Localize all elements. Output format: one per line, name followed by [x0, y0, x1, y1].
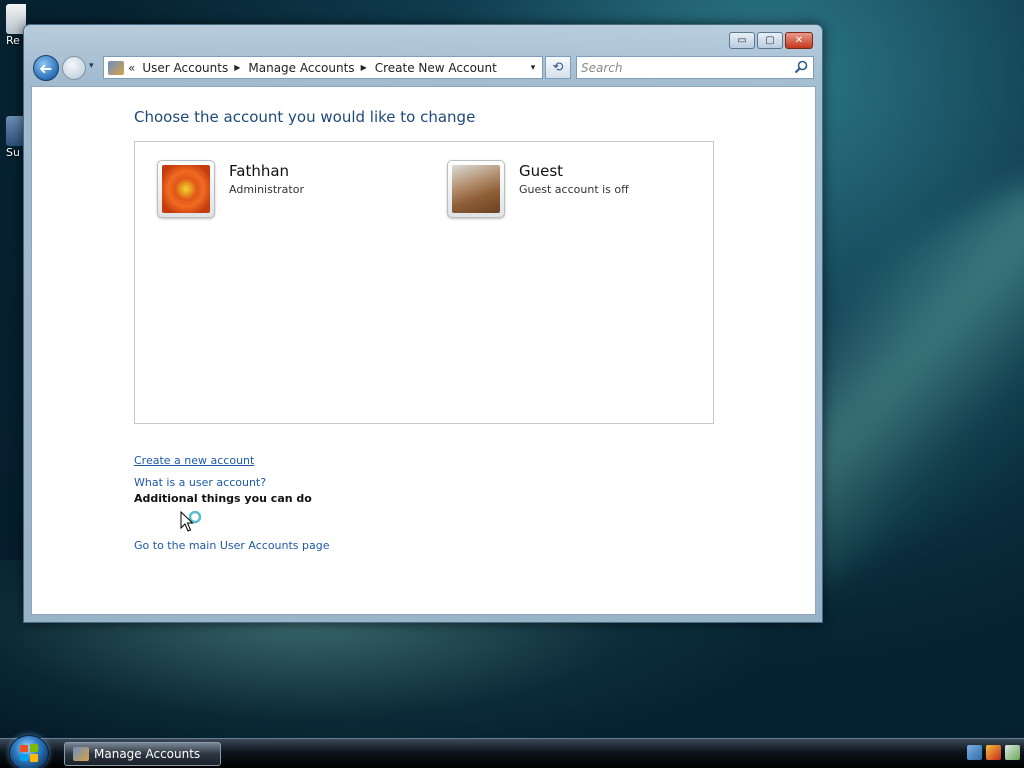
search-box[interactable]	[576, 56, 814, 79]
volume-icon[interactable]	[1005, 745, 1020, 760]
breadcrumb-overflow-chevron[interactable]: «	[128, 61, 135, 75]
maximize-icon: ▢	[765, 35, 775, 46]
refresh-button[interactable]: ⟲	[545, 56, 571, 79]
forward-button[interactable]	[62, 56, 86, 80]
maximize-button[interactable]: ▢	[757, 32, 783, 49]
back-arrow-icon: ➜	[39, 58, 53, 78]
manage-accounts-window: ▭ ▢ ✕ ➜ ▾ « User Accounts ▶ Manage Accou…	[23, 24, 823, 623]
page-title: Choose the account you would like to cha…	[134, 108, 476, 126]
search-icon[interactable]	[794, 60, 808, 74]
back-button[interactable]: ➜	[33, 55, 59, 81]
search-input[interactable]	[581, 58, 789, 77]
account-type: Administrator	[229, 183, 304, 196]
account-name: Guest	[519, 162, 564, 180]
account-status: Guest account is off	[519, 183, 629, 196]
breadcrumb-manage-accounts[interactable]: Manage Accounts	[248, 61, 354, 75]
additional-things-heading: Additional things you can do	[134, 492, 312, 505]
user-accounts-icon	[73, 747, 89, 761]
account-tile-guest[interactable]: Guest Guest account is off	[447, 160, 629, 218]
orange-flower-picture-icon	[162, 165, 210, 213]
breadcrumb-separator-icon[interactable]: ▶	[234, 63, 240, 72]
taskbar-item-manage-accounts[interactable]: Manage Accounts	[64, 742, 221, 766]
briefcase-picture-icon	[452, 165, 500, 213]
minimize-icon: ▭	[737, 35, 747, 46]
account-picture	[157, 160, 215, 218]
main-user-accounts-page-link[interactable]: Go to the main User Accounts page	[134, 539, 330, 552]
create-new-account-link[interactable]: Create a new account	[134, 454, 254, 467]
accounts-list: Fathhan Administrator Guest Guest accoun…	[134, 141, 714, 424]
taskbar: Manage Accounts	[0, 735, 1024, 768]
mouse-cursor-icon	[180, 511, 202, 532]
content-pane: Choose the account you would like to cha…	[31, 86, 816, 615]
account-tile-fathhan[interactable]: Fathhan Administrator	[157, 160, 304, 218]
close-icon: ✕	[794, 35, 804, 46]
breadcrumb-user-accounts[interactable]: User Accounts	[142, 61, 228, 75]
taskbar-item-label: Manage Accounts	[94, 747, 201, 761]
recent-pages-dropdown[interactable]: ▾	[89, 61, 94, 71]
start-button[interactable]	[9, 735, 49, 768]
minimize-button[interactable]: ▭	[729, 32, 755, 49]
address-dropdown-icon[interactable]: ▾	[524, 57, 542, 78]
refresh-icon: ⟲	[552, 60, 564, 75]
window-controls: ▭ ▢ ✕	[729, 32, 813, 49]
system-tray	[967, 745, 1020, 760]
address-bar[interactable]: « User Accounts ▶ Manage Accounts ▶ Crea…	[103, 56, 543, 79]
breadcrumb-separator-icon[interactable]: ▶	[361, 63, 367, 72]
what-is-user-account-link[interactable]: What is a user account?	[134, 476, 266, 489]
network-icon[interactable]	[967, 745, 982, 760]
user-accounts-icon	[108, 60, 124, 75]
windows-logo-icon	[20, 744, 38, 762]
account-picture	[447, 160, 505, 218]
breadcrumb-create-new-account[interactable]: Create New Account	[375, 61, 497, 75]
account-name: Fathhan	[229, 162, 290, 180]
close-button[interactable]: ✕	[785, 32, 813, 49]
security-shield-icon[interactable]	[986, 745, 1001, 760]
